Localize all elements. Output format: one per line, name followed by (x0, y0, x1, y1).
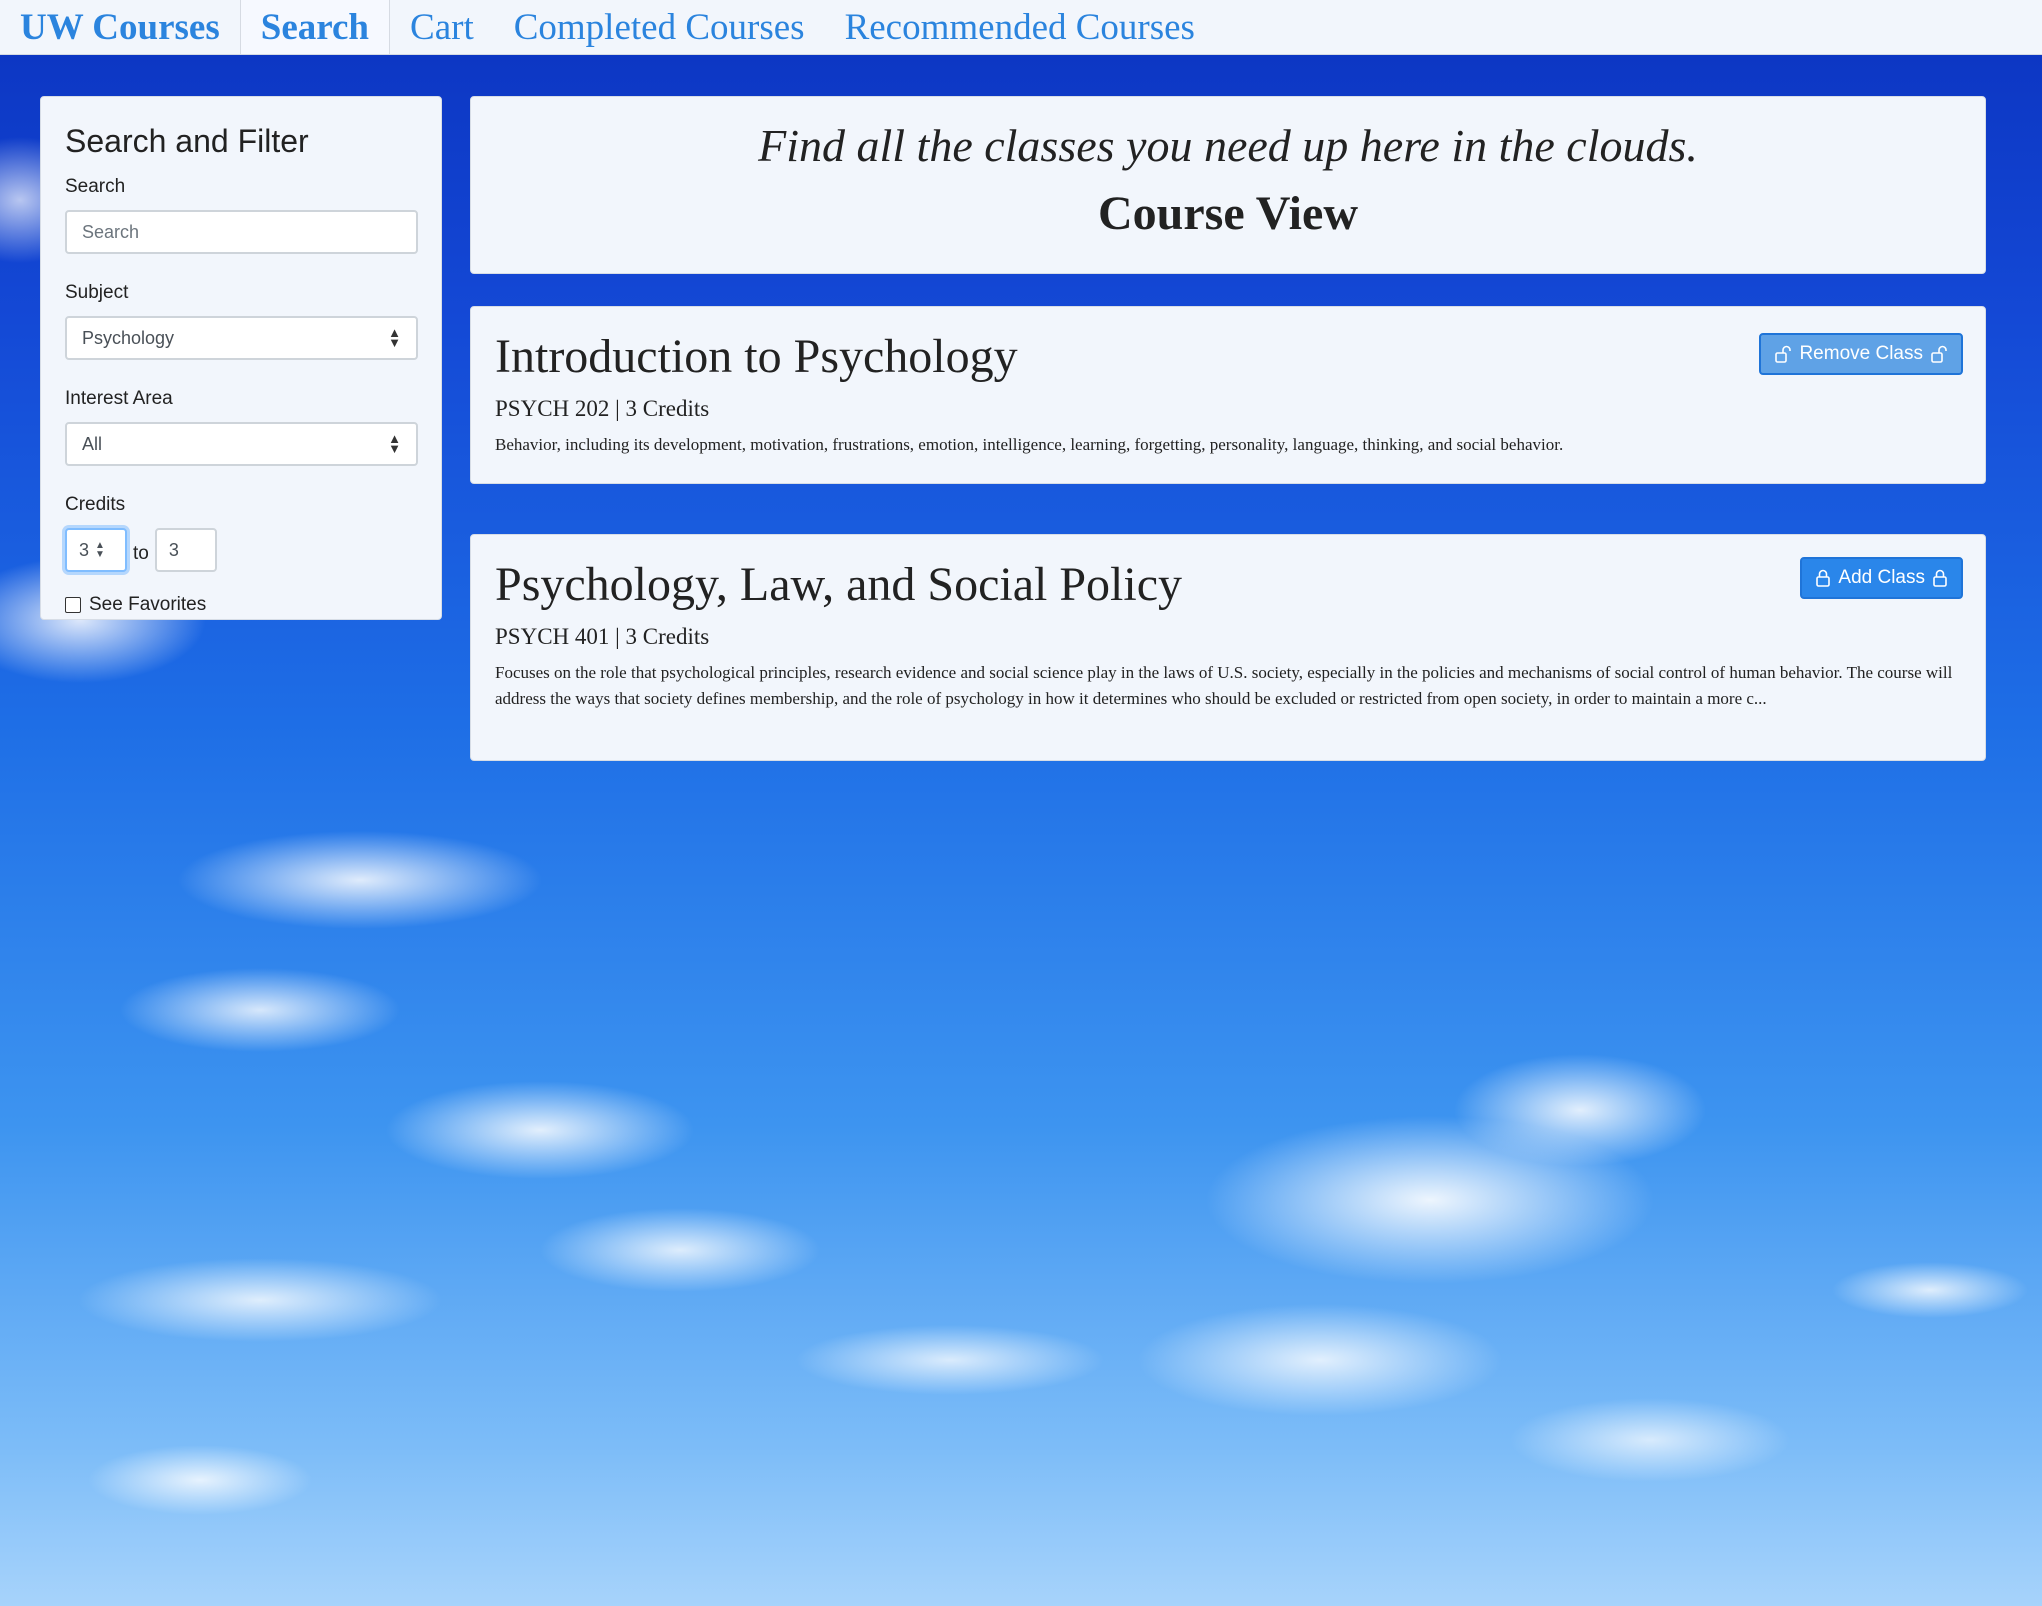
subject-label: Subject (65, 282, 129, 303)
credits-max-input[interactable]: 3 (154, 528, 217, 572)
spinner-icon[interactable]: ▲ ▼ (95, 541, 105, 560)
panel-title: Search and Filter (65, 123, 309, 159)
see-favorites-label: See Favorites (89, 594, 207, 615)
nav-tab-search[interactable]: Search (239, 0, 391, 54)
credits-min-value: 3 (79, 539, 90, 560)
tagline: Find all the classes you need up here in… (758, 120, 1698, 171)
page-title: Course View (1098, 187, 1358, 240)
add-class-label: Add Class (1838, 567, 1925, 588)
search-label: Search (65, 176, 126, 197)
course-description: Behavior, including its development, mot… (495, 435, 1564, 455)
interest-area-select[interactable]: All ▲ ▼ (65, 422, 418, 466)
nav-brand[interactable]: UW Courses (0, 0, 240, 54)
see-favorites-row[interactable]: See Favorites (65, 594, 417, 616)
lock-icon (1816, 569, 1831, 587)
unlock-icon (1931, 345, 1947, 363)
select-caret-icon: ▲ ▼ (388, 324, 401, 350)
select-caret-icon: ▲ ▼ (388, 430, 401, 456)
credits-label: Credits (65, 494, 126, 515)
interest-area-label: Interest Area (65, 388, 173, 409)
subject-select[interactable]: Psychology ▲ ▼ (65, 316, 418, 360)
course-title: Introduction to Psychology (495, 330, 1018, 383)
course-meta: PSYCH 401 | 3 Credits (495, 624, 710, 650)
nav-tab-cart[interactable]: Cart (390, 0, 494, 54)
nav-tab-completed-courses[interactable]: Completed Courses (494, 0, 825, 54)
top-nav: UW Courses Search Cart Completed Courses… (0, 0, 2042, 55)
unlock-icon (1775, 345, 1792, 363)
credits-to-label: to (133, 543, 149, 564)
search-input[interactable] (65, 210, 418, 254)
remove-class-label: Remove Class (1799, 343, 1923, 364)
lock-icon (1933, 569, 1947, 587)
see-favorites-checkbox[interactable] (65, 597, 81, 613)
credits-max-value: 3 (168, 539, 179, 560)
course-card: Introduction to Psychology PSYCH 202 | 3… (470, 306, 1986, 484)
nav-tab-recommended-courses[interactable]: Recommended Courses (825, 0, 1215, 54)
add-class-button[interactable]: Add Class (1800, 557, 1963, 599)
interest-area-select-value: All (82, 433, 103, 454)
subject-select-value: Psychology (82, 327, 175, 348)
search-filter-panel: Search and Filter Search Subject Psychol… (40, 96, 442, 620)
course-description: Focuses on the role that psychological p… (495, 663, 1953, 709)
course-title: Psychology, Law, and Social Policy (495, 558, 1183, 611)
credits-range: 3 ▲ ▼ to 3 (65, 528, 417, 572)
remove-class-button[interactable]: Remove Class (1759, 333, 1963, 375)
course-view-header: Find all the classes you need up here in… (470, 96, 1986, 274)
course-meta: PSYCH 202 | 3 Credits (495, 396, 710, 422)
course-card: Psychology, Law, and Social Policy PSYCH… (470, 534, 1986, 761)
credits-min-input[interactable]: 3 ▲ ▼ (65, 528, 127, 572)
